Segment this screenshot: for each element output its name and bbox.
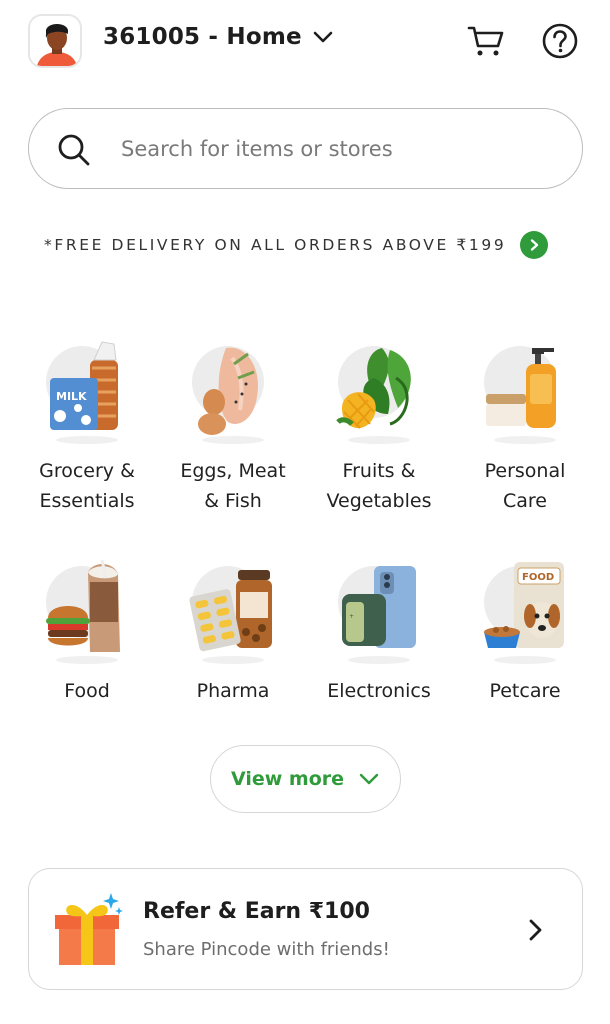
category-pharma[interactable]: Pharma [160, 558, 306, 706]
electronics-icon: + [334, 558, 424, 664]
category-eggs-meat-fish[interactable]: Eggs, Meat & Fish [160, 338, 306, 516]
gift-icon [55, 893, 123, 965]
avatar[interactable] [28, 14, 82, 68]
grocery-icon: MILK [42, 338, 132, 444]
petcare-icon: FOOD [480, 558, 570, 664]
category-fruits-vegetables[interactable]: Fruits & Vegetables [306, 338, 452, 516]
category-grocery[interactable]: MILK Grocery & Essentials [14, 338, 160, 516]
search-bar[interactable] [28, 108, 583, 189]
pharma-icon [188, 558, 278, 664]
category-petcare[interactable]: FOOD Petcare [452, 558, 598, 706]
location-label: 361005 - Home [103, 24, 302, 50]
cart-icon [467, 26, 504, 56]
refer-earn-card[interactable]: Refer & Earn ₹100 Share Pincode with fri… [28, 868, 583, 990]
view-more-button[interactable]: View more [210, 745, 401, 813]
category-label: Electronics [327, 680, 431, 702]
cart-button[interactable] [466, 22, 506, 58]
category-label: Fruits & Vegetables [326, 460, 432, 512]
eggs-meat-fish-icon [188, 338, 278, 444]
category-label: Food [64, 680, 110, 702]
chevron-right-circle-icon [520, 231, 549, 259]
refer-subtitle: Share Pincode with friends! [143, 939, 390, 960]
header: 361005 - Home [0, 0, 610, 84]
search-input[interactable] [121, 131, 541, 167]
chevron-down-icon [359, 773, 379, 785]
personal-care-icon [480, 338, 570, 444]
search-icon [58, 134, 90, 166]
category-food[interactable]: Food [14, 558, 160, 706]
category-label: Personal Care [484, 460, 566, 512]
food-icon [42, 558, 132, 664]
chevron-down-icon [313, 31, 333, 43]
category-label: Petcare [489, 680, 561, 702]
category-label: Grocery & Essentials [39, 460, 135, 512]
category-label: Pharma [196, 680, 270, 702]
fruits-vegetables-icon [334, 338, 424, 444]
free-delivery-banner[interactable]: *FREE DELIVERY ON ALL ORDERS ABOVE ₹199 [44, 231, 549, 259]
location-selector[interactable]: 361005 - Home [103, 24, 334, 50]
chevron-right-icon [529, 919, 542, 941]
category-electronics[interactable]: + Electronics [306, 558, 452, 706]
view-more-label: View more [230, 768, 345, 790]
avatar-icon [30, 16, 80, 66]
refer-title: Refer & Earn ₹100 [143, 899, 370, 924]
free-delivery-text: *FREE DELIVERY ON ALL ORDERS ABOVE ₹199 [44, 236, 507, 254]
help-icon [542, 23, 578, 59]
category-personal-care[interactable]: Personal Care [452, 338, 598, 516]
help-button[interactable] [541, 22, 579, 60]
milk-label: MILK [56, 390, 87, 403]
food-pack-label: FOOD [522, 572, 554, 583]
svg-text:+: + [349, 613, 354, 620]
category-label: Eggs, Meat & Fish [180, 460, 286, 512]
